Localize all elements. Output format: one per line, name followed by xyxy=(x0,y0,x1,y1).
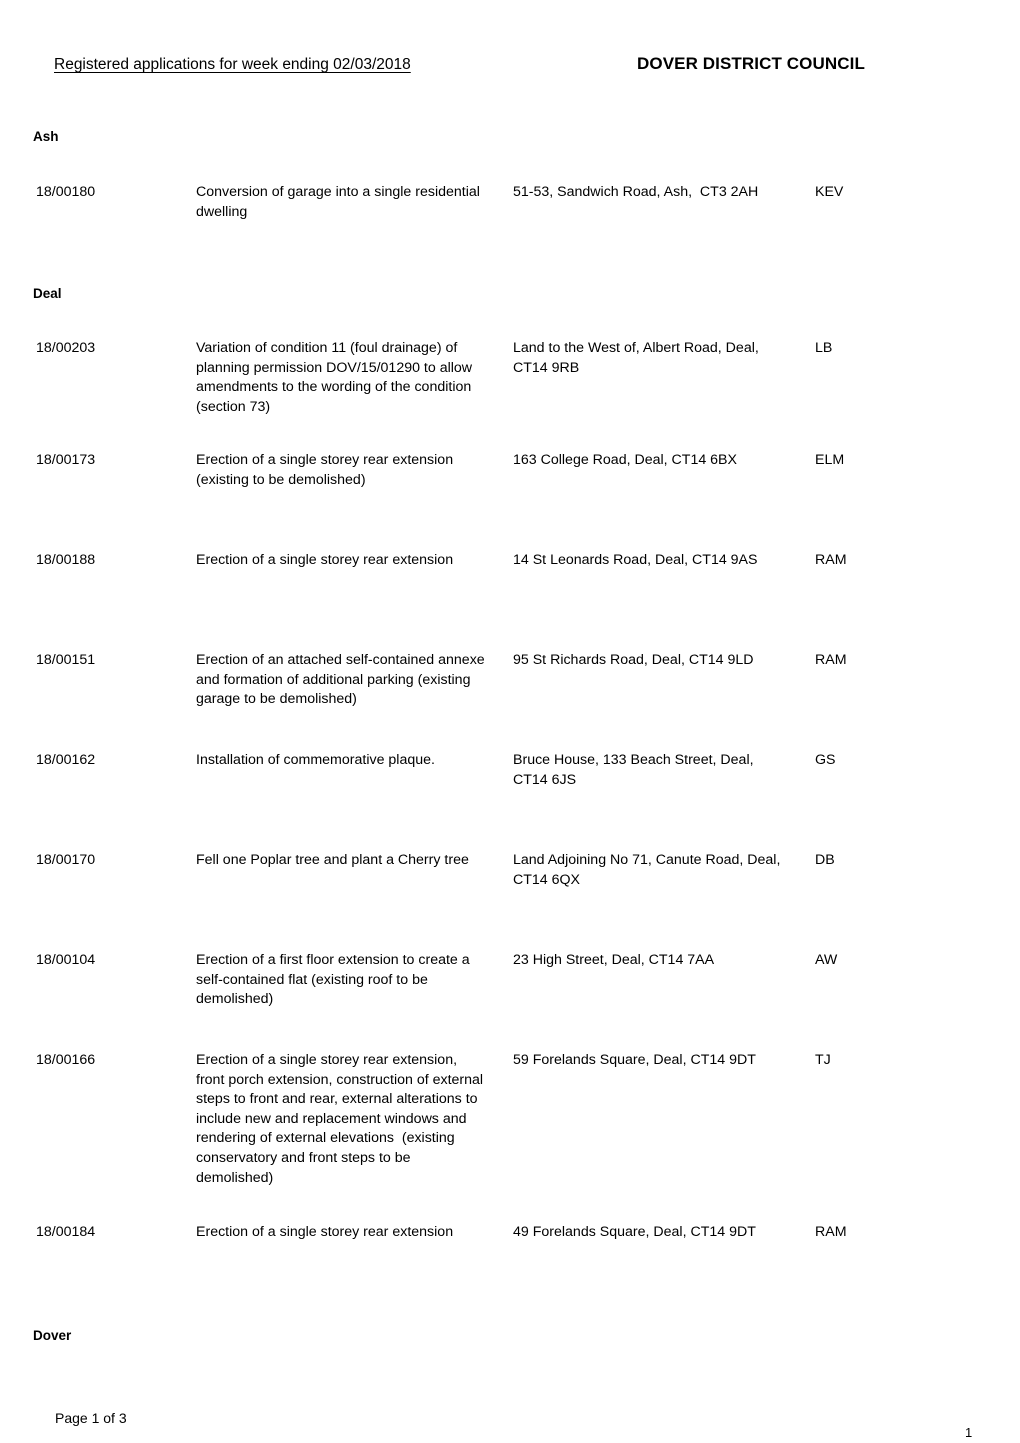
parish-heading: Dover xyxy=(33,1328,72,1343)
application-address: 95 St Richards Road, Deal, CT14 9LD xyxy=(513,652,754,668)
application-address: 23 High Street, Deal, CT14 7AA xyxy=(513,952,715,968)
application-address: 51-53, Sandwich Road, Ash, CT3 2AH xyxy=(513,184,759,200)
case-officer-initials: GS xyxy=(815,752,836,768)
application-description: Fell one Poplar tree and plant a Cherry … xyxy=(196,852,469,868)
application-description: Erection of a single storey rear extensi… xyxy=(196,1224,454,1240)
application-description: Erection of a single storey rear extensi… xyxy=(196,552,454,568)
document-page: Registered applications for week ending … xyxy=(0,0,1020,1443)
application-description: Erection of an attached self-contained a… xyxy=(196,652,489,708)
application-description: Erection of a single storey rear extensi… xyxy=(196,1052,488,1186)
application-address: Bruce House, 133 Beach Street, Deal, CT1… xyxy=(513,752,758,788)
application-address: 163 College Road, Deal, CT14 6BX xyxy=(513,452,737,468)
page-number: 1 xyxy=(965,1425,973,1440)
application-reference: 18/00188 xyxy=(36,552,96,568)
document-footer: Page 1 of 3 1 xyxy=(0,1395,1020,1443)
application-reference: 18/00166 xyxy=(36,1052,96,1068)
application-description: Erection of a first floor extension to c… xyxy=(196,952,474,1008)
case-officer-initials: ELM xyxy=(815,452,845,468)
application-reference: 18/00173 xyxy=(36,452,96,468)
case-officer-initials: KEV xyxy=(815,184,844,200)
document-header: Registered applications for week ending … xyxy=(0,0,1020,90)
case-officer-initials: RAM xyxy=(815,552,847,568)
application-reference: 18/00162 xyxy=(36,752,96,768)
application-description: Installation of commemorative plaque. xyxy=(196,752,435,768)
application-description: Variation of condition 11 (foul drainage… xyxy=(196,340,476,415)
parish-heading: Ash xyxy=(33,129,59,144)
application-address: 14 St Leonards Road, Deal, CT14 9AS xyxy=(513,552,758,568)
case-officer-initials: RAM xyxy=(815,1224,847,1240)
council-name: DOVER DISTRICT COUNCIL xyxy=(637,54,865,73)
application-description: Conversion of garage into a single resid… xyxy=(196,184,484,220)
application-reference: 18/00203 xyxy=(36,340,96,356)
application-description: Erection of a single storey rear extensi… xyxy=(196,452,458,488)
application-reference: 18/00170 xyxy=(36,852,96,868)
case-officer-initials: AW xyxy=(815,952,838,968)
page-title: Registered applications for week ending … xyxy=(54,56,411,73)
application-reference: 18/00180 xyxy=(36,184,96,200)
page-indicator: Page 1 of 3 xyxy=(55,1410,127,1426)
case-officer-initials: TJ xyxy=(815,1052,831,1068)
case-officer-initials: LB xyxy=(815,340,833,356)
application-address: Land Adjoining No 71, Canute Road, Deal,… xyxy=(513,852,785,888)
application-reference: 18/00184 xyxy=(36,1224,96,1240)
case-officer-initials: RAM xyxy=(815,652,847,668)
application-address: 49 Forelands Square, Deal, CT14 9DT xyxy=(513,1224,756,1240)
application-address: 59 Forelands Square, Deal, CT14 9DT xyxy=(513,1052,756,1068)
application-address: Land to the West of, Albert Road, Deal, … xyxy=(513,340,763,376)
parish-heading: Deal xyxy=(33,286,62,301)
application-reference: 18/00151 xyxy=(36,652,96,668)
case-officer-initials: DB xyxy=(815,852,835,868)
application-reference: 18/00104 xyxy=(36,952,96,968)
